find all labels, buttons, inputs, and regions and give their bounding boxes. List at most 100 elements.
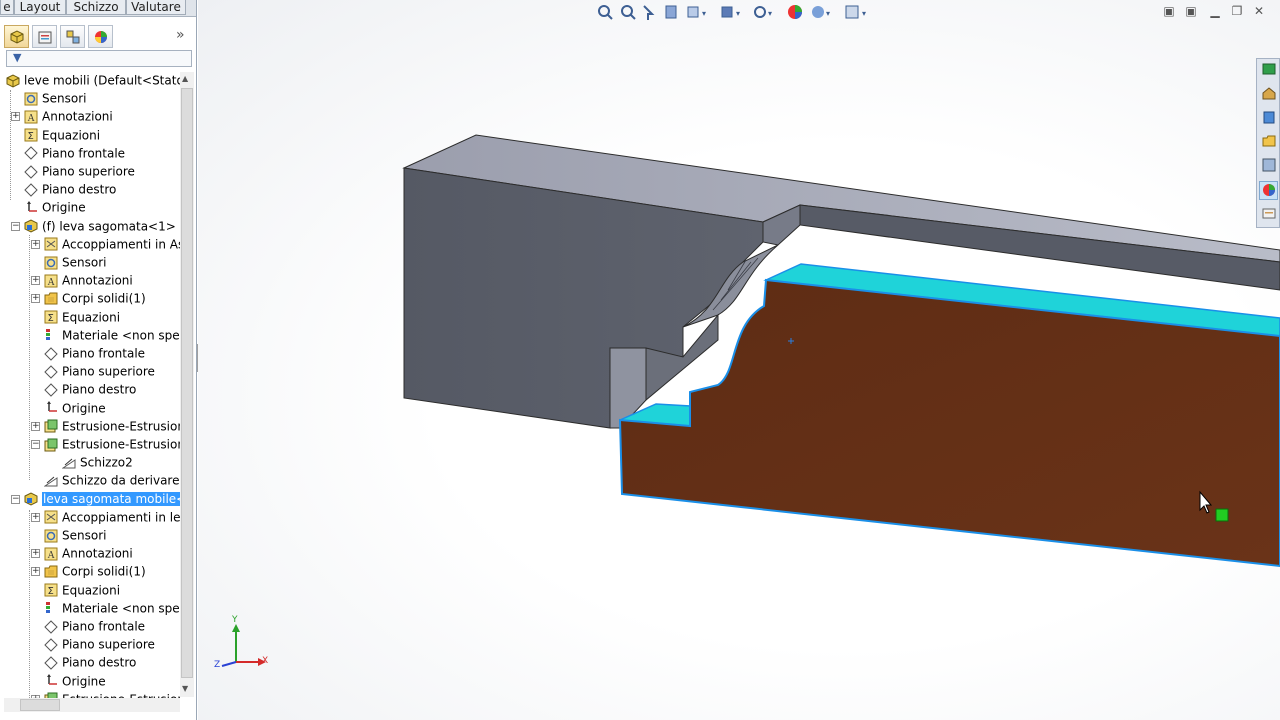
tree-item-label: Sensori — [42, 91, 87, 106]
tree-item-label: leva sagomata mobile<1 — [42, 492, 180, 507]
tree-item[interactable]: leve mobili (Default<Stato d — [6, 71, 180, 89]
scroll-up-icon[interactable]: ▲ — [182, 74, 188, 83]
triad-y-label: Y — [232, 615, 238, 625]
appearances-icon[interactable] — [1259, 181, 1278, 200]
hscroll-thumb[interactable] — [20, 699, 60, 711]
tree-item[interactable]: A Annotazioni — [44, 544, 133, 562]
panel-toolbar: » — [4, 25, 194, 49]
tile-horizontal-icon[interactable]: ▣ — [1162, 4, 1176, 18]
tree-item-label: Materiale <non speci — [62, 328, 180, 343]
scroll-down-icon[interactable]: ▼ — [182, 684, 188, 693]
tree-expander[interactable]: − — [11, 221, 20, 231]
tree-vertical-scrollbar[interactable]: ▲ ▼ — [180, 72, 194, 697]
sketch-icon — [61, 456, 76, 470]
command-manager-tabs: e Layout Schizzo Valutare — [0, 0, 196, 17]
tree-item[interactable]: Origine — [44, 672, 106, 690]
solidworks-resources-icon[interactable] — [1259, 61, 1278, 80]
extrude-icon — [44, 438, 58, 452]
tree-item[interactable]: Materiale <non speci — [44, 326, 180, 344]
tree-item[interactable]: Corpi solidi(1) — [44, 562, 146, 580]
more-tabs-icon[interactable]: » — [176, 27, 185, 43]
model-view[interactable] — [198, 0, 1280, 720]
tree-expander[interactable]: + — [31, 294, 40, 304]
tree-item[interactable]: Piano superiore — [44, 635, 155, 653]
featuremanager-icon[interactable] — [4, 25, 29, 48]
tree-item[interactable]: Accoppiamenti in As — [44, 235, 180, 253]
tree-item-label: Origine — [62, 401, 106, 416]
close-icon[interactable]: ✕ — [1252, 4, 1266, 18]
zoom-to-fit-icon — [598, 5, 613, 20]
extrude-icon — [44, 419, 58, 433]
tree-item[interactable]: A Annotazioni — [24, 107, 113, 125]
plane-icon — [44, 637, 58, 652]
mates-icon — [44, 237, 58, 251]
appearance-icon[interactable] — [88, 25, 113, 48]
propertymanager-icon[interactable] — [32, 25, 57, 48]
tree-expander[interactable]: + — [31, 421, 40, 431]
tree-item[interactable]: leva sagomata mobile<1 — [24, 490, 180, 508]
tree-expander[interactable]: + — [31, 239, 40, 249]
tree-expander[interactable]: − — [31, 440, 40, 449]
tree-item[interactable]: Piano destro — [44, 653, 136, 671]
tree-item[interactable]: (f) leva sagomata<1> (De — [24, 217, 180, 235]
tree-expander[interactable]: + — [31, 567, 40, 577]
tree-item[interactable]: Origine — [24, 198, 86, 216]
scroll-thumb[interactable] — [181, 88, 193, 678]
plane-icon — [24, 182, 38, 197]
tree-item[interactable]: Piano frontale — [44, 617, 145, 635]
tree-item[interactable]: Piano frontale — [44, 344, 145, 362]
tree-item[interactable]: Σ Equazioni — [24, 126, 100, 144]
tab-features[interactable]: e — [0, 0, 14, 15]
minimize-icon[interactable]: ▁ — [1208, 4, 1222, 18]
restore-icon[interactable]: ❐ — [1230, 4, 1244, 18]
tree-item[interactable]: Sensori — [44, 253, 106, 271]
tree-expander[interactable]: + — [31, 512, 40, 522]
heads-up-view-toolbar: ▾ ▾ ▾ ▾ ▾ — [596, 2, 886, 24]
svg-text:▾: ▾ — [702, 9, 706, 18]
design-library-icon[interactable] — [1259, 85, 1278, 104]
tree-item[interactable]: Piano superiore — [44, 362, 155, 380]
tree-expander[interactable]: + — [31, 276, 40, 286]
tree-item-label: Equazioni — [42, 128, 101, 143]
tree-expander[interactable]: + — [31, 549, 40, 559]
tab-evaluate[interactable]: Valutare — [126, 0, 186, 15]
tree-item[interactable]: Σ Equazioni — [44, 581, 120, 599]
tree-expander[interactable]: + — [11, 112, 20, 122]
tab-layout[interactable]: Layout — [14, 0, 66, 15]
tree-item[interactable]: A Annotazioni — [44, 271, 133, 289]
plane-icon — [44, 656, 58, 670]
filter-field[interactable]: ▼ — [6, 50, 192, 67]
tree-item[interactable]: Piano destro — [44, 380, 136, 398]
tree-item[interactable]: Sensori — [44, 526, 106, 544]
tree-item[interactable]: Schizzo2 — [61, 453, 133, 471]
tile-vertical-icon[interactable]: ▣ — [1184, 4, 1198, 18]
file-explorer-icon[interactable] — [1259, 109, 1278, 128]
tree-item[interactable]: Schizzo da derivare — [43, 471, 179, 489]
tree-item[interactable]: Accoppiamenti in lev — [44, 508, 180, 526]
view-palette-icon[interactable] — [1259, 157, 1278, 176]
tree-item-label: Schizzo2 — [80, 455, 133, 470]
tab-sketch[interactable]: Schizzo — [66, 0, 126, 15]
configurationmanager-icon[interactable] — [60, 25, 85, 48]
tree-item-label: Piano frontale — [42, 146, 126, 161]
tree-item[interactable]: Sensori — [24, 89, 86, 107]
tree-item[interactable]: Piano destro — [24, 180, 116, 198]
tree-expander[interactable]: − — [11, 494, 20, 504]
apply-scene-icon: ▾ — [812, 6, 830, 18]
graphics-area[interactable]: Y X Z ▾ ▾ ▾ ▾ ▾ ▣ ▣ ▁ ❐ ✕ — [198, 0, 1280, 720]
tree-item[interactable]: Piano frontale — [24, 144, 125, 162]
tree-item[interactable]: Materiale <non speci — [44, 599, 180, 617]
tree-item[interactable]: Piano superiore — [24, 162, 135, 180]
tree-item[interactable]: Σ Equazioni — [44, 308, 120, 326]
equation-icon: Σ — [44, 310, 58, 324]
custom-properties-icon[interactable] — [1259, 205, 1278, 224]
tree-item[interactable]: Corpi solidi(1) — [44, 289, 146, 307]
tree-horizontal-scrollbar[interactable] — [4, 698, 180, 712]
tree-item[interactable]: Origine — [44, 399, 106, 417]
folder-icon[interactable] — [1259, 133, 1278, 152]
triad-z-label: Z — [214, 660, 221, 670]
sensor-icon — [24, 92, 38, 106]
tree-item[interactable]: Estrusione-Estrusione — [44, 435, 180, 453]
tree-item[interactable]: Estrusione-Estrusione — [44, 417, 180, 435]
material-icon — [44, 328, 58, 342]
